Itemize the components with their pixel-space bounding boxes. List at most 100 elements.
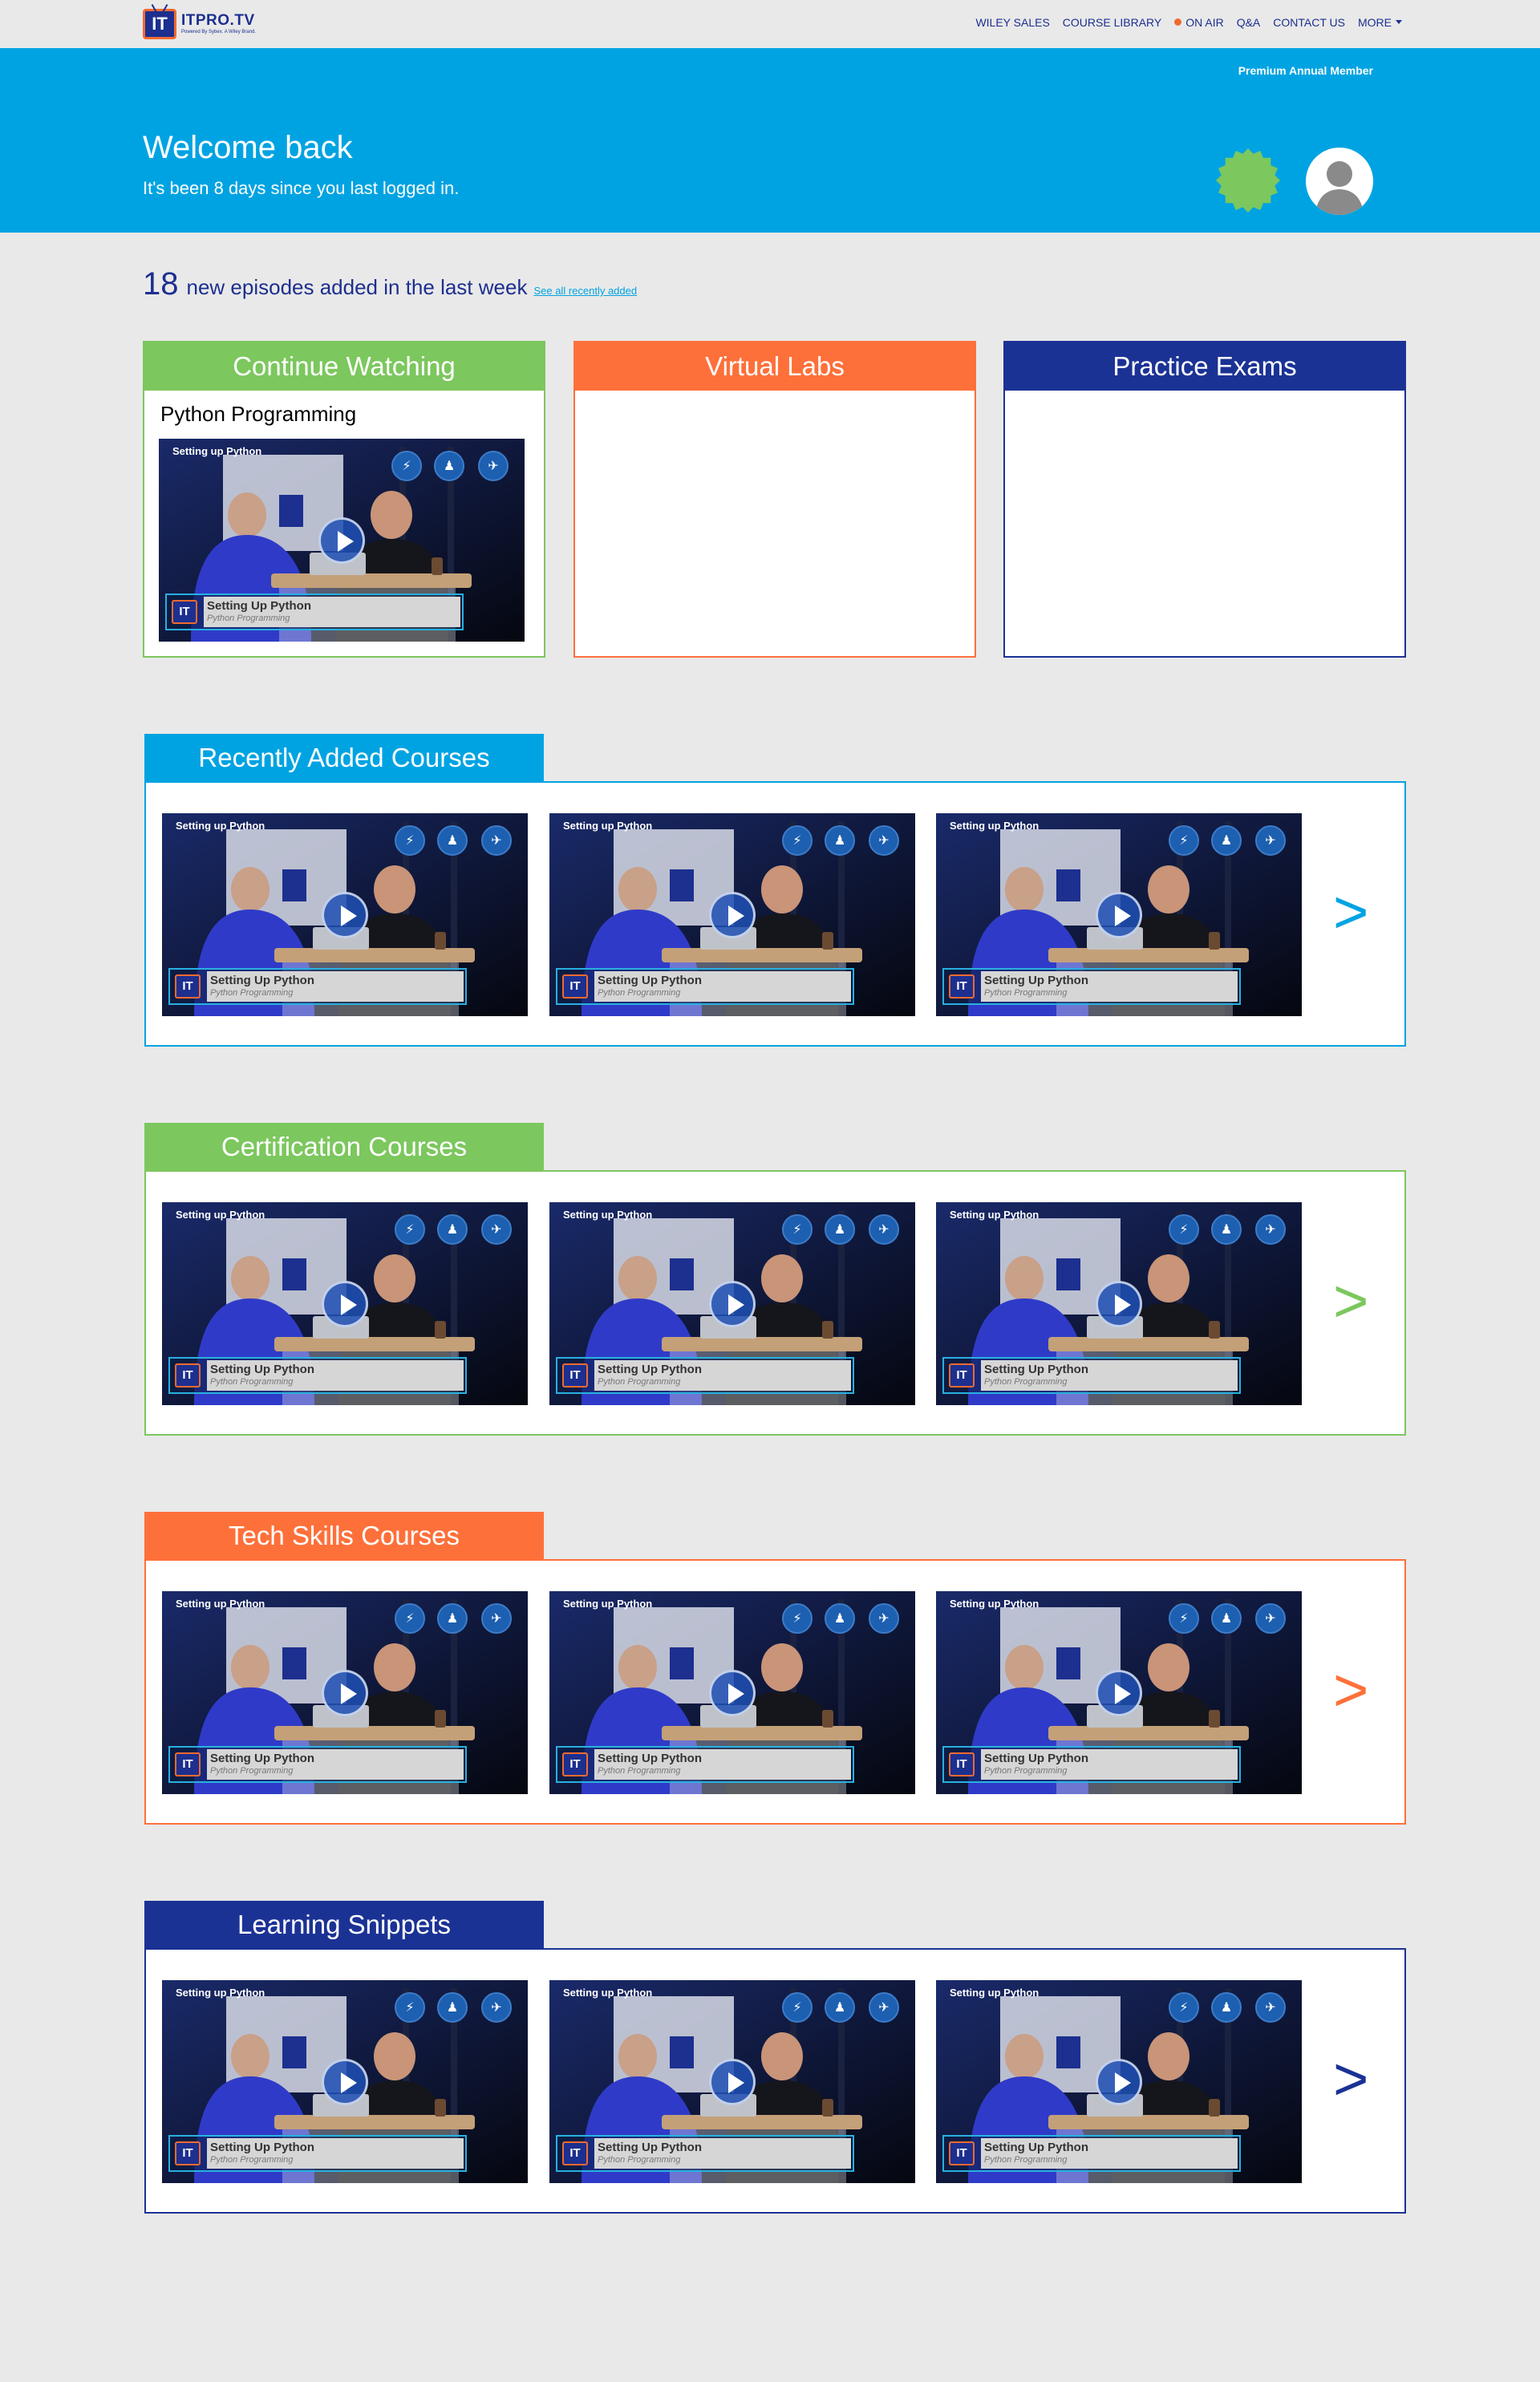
video-thumbnail[interactable]: Setting up Python ⚡ ♟ ✈ IT Setting Up Python P…: [549, 1202, 915, 1405]
play-icon[interactable]: [318, 517, 365, 564]
video-thumbnail[interactable]: Setting up Python ⚡ ♟ ✈ IT Setting Up Python P…: [162, 1980, 528, 2183]
virtual-labs-title[interactable]: Virtual Labs: [575, 342, 975, 391]
video-thumbnail[interactable]: Setting up Python ⚡ ♟ ✈ IT Setting Up Python P…: [162, 813, 528, 1016]
caret-down-icon: [1396, 20, 1402, 24]
video-thumbnail[interactable]: Setting up Python ⚡ ♟ ✈ IT Setting Up Python P…: [936, 1202, 1302, 1405]
video-thumbnail[interactable]: Setting up Python ⚡ ♟ ✈ IT Setting Up Python P…: [936, 1591, 1302, 1794]
recently-added-next-arrow[interactable]: >: [1333, 882, 1368, 943]
see-all-recent-link[interactable]: See all recently added: [533, 285, 637, 297]
play-icon[interactable]: [322, 2059, 368, 2105]
running-icon[interactable]: ✈: [869, 825, 899, 856]
video-thumbnail[interactable]: Setting up Python ⚡ ♟ ✈ IT Setting Up Python P…: [936, 1980, 1302, 2183]
play-icon[interactable]: [709, 892, 756, 938]
speed-icon[interactable]: ⚡: [1169, 1214, 1199, 1245]
person-icon-glyph: ♟: [1220, 832, 1233, 848]
speed-icon[interactable]: ⚡: [1169, 1603, 1199, 1634]
video-thumbnail[interactable]: Setting up Python ⚡ ♟ ✈ IT Setting Up Python P…: [936, 813, 1302, 1016]
person-icon[interactable]: ♟: [437, 1992, 468, 2023]
play-icon[interactable]: [322, 892, 368, 938]
video-thumbnail[interactable]: Setting up Python ⚡ ♟ ✈ IT Setting Up Python P…: [162, 1591, 528, 1794]
video-thumbnail[interactable]: Setting up Python ⚡ ♟ ✈ IT Setting Up Python P…: [162, 1202, 528, 1405]
play-icon[interactable]: [1096, 892, 1142, 938]
lower-third-logo: IT: [949, 974, 975, 999]
nav-link-wiley-sales[interactable]: WILEY SALES: [975, 16, 1049, 29]
running-icon[interactable]: ✈: [1255, 1603, 1286, 1634]
speed-icon-glyph: ⚡: [792, 1221, 802, 1237]
person-icon[interactable]: ♟: [437, 825, 468, 856]
continue-course-name[interactable]: Python Programming: [144, 391, 544, 427]
person-icon[interactable]: ♟: [1211, 1992, 1242, 2023]
speed-icon[interactable]: ⚡: [395, 1214, 425, 1245]
learning-snippets-section-title[interactable]: Learning Snippets: [144, 1901, 544, 1949]
person-icon[interactable]: ♟: [1211, 825, 1242, 856]
lower-third-caption: IT Setting Up Python Python Programming: [942, 2135, 1241, 2172]
lower-third-caption: IT Setting Up Python Python Programming: [942, 1357, 1241, 1394]
speed-icon[interactable]: ⚡: [1169, 825, 1199, 856]
running-icon[interactable]: ✈: [1255, 1992, 1286, 2023]
person-icon[interactable]: ♟: [437, 1214, 468, 1245]
speed-icon[interactable]: ⚡: [782, 825, 813, 856]
award-badge-icon[interactable]: [1216, 148, 1280, 213]
video-thumbnail[interactable]: Setting up Python ⚡ ♟ ✈ IT Setting Up Python P…: [549, 1591, 915, 1794]
itprotv-logo[interactable]: IT ITPRO.TV Powered By Sybex. A Wiley Br…: [143, 6, 256, 42]
speed-icon[interactable]: ⚡: [395, 1603, 425, 1634]
running-icon[interactable]: ✈: [1255, 825, 1286, 856]
practice-exams-title[interactable]: Practice Exams: [1005, 342, 1404, 391]
tech-skills-next-arrow[interactable]: >: [1333, 1660, 1368, 1721]
speed-icon[interactable]: ⚡: [395, 1992, 425, 2023]
person-icon[interactable]: ♟: [1211, 1603, 1242, 1634]
recently-added-section-title[interactable]: Recently Added Courses: [144, 734, 544, 782]
running-icon[interactable]: ✈: [1255, 1214, 1286, 1245]
nav-link-qa[interactable]: Q&A: [1237, 16, 1261, 29]
tech-skills-section-title[interactable]: Tech Skills Courses: [144, 1512, 544, 1560]
person-icon[interactable]: ♟: [825, 1603, 855, 1634]
running-icon[interactable]: ✈: [481, 1214, 512, 1245]
play-icon[interactable]: [1096, 1281, 1142, 1327]
running-icon[interactable]: ✈: [478, 451, 509, 481]
person-icon[interactable]: ♟: [825, 1992, 855, 2023]
speed-icon-glyph: ⚡: [402, 458, 411, 473]
video-thumbnail[interactable]: Setting up Python ⚡ ♟ ✈ IT Setting Up Python P…: [549, 813, 915, 1016]
learning-snippets-next-arrow[interactable]: >: [1333, 2049, 1368, 2110]
running-icon[interactable]: ✈: [481, 1992, 512, 2023]
person-icon-glyph: ♟: [446, 832, 459, 848]
speed-icon[interactable]: ⚡: [782, 1603, 813, 1634]
running-icon[interactable]: ✈: [869, 1992, 899, 2023]
speed-icon[interactable]: ⚡: [782, 1214, 813, 1245]
play-icon[interactable]: [709, 1670, 756, 1716]
speed-icon[interactable]: ⚡: [1169, 1992, 1199, 2023]
speed-icon-glyph: ⚡: [1179, 1999, 1189, 2015]
play-icon[interactable]: [1096, 2059, 1142, 2105]
nav-link-contact-us[interactable]: CONTACT US: [1273, 16, 1345, 29]
person-icon[interactable]: ♟: [825, 1214, 855, 1245]
speed-icon[interactable]: ⚡: [782, 1992, 813, 2023]
play-icon[interactable]: [709, 1281, 756, 1327]
video-thumbnail[interactable]: Setting up Python ⚡ ♟ ✈ IT Setting Up Python P…: [159, 439, 525, 642]
play-icon[interactable]: [709, 2059, 756, 2105]
user-avatar-icon[interactable]: [1306, 148, 1373, 215]
running-icon[interactable]: ✈: [481, 825, 512, 856]
person-icon[interactable]: ♟: [825, 825, 855, 856]
running-icon[interactable]: ✈: [869, 1214, 899, 1245]
video-thumbnail[interactable]: Setting up Python ⚡ ♟ ✈ IT Setting Up Python P…: [549, 1980, 915, 2183]
certification-next-arrow[interactable]: >: [1333, 1271, 1368, 1332]
running-icon[interactable]: ✈: [481, 1603, 512, 1634]
person-icon[interactable]: ♟: [437, 1603, 468, 1634]
person-icon-glyph: ♟: [833, 1999, 846, 2015]
nav-link-on-air[interactable]: ON AIR: [1174, 16, 1224, 29]
certification-section-title[interactable]: Certification Courses: [144, 1123, 544, 1171]
person-icon[interactable]: ♟: [434, 451, 464, 481]
speed-icon[interactable]: ⚡: [391, 451, 422, 481]
play-icon[interactable]: [322, 1281, 368, 1327]
person-icon[interactable]: ♟: [1211, 1214, 1242, 1245]
continue-watching-title[interactable]: Continue Watching: [144, 342, 544, 391]
play-icon[interactable]: [322, 1670, 368, 1716]
course-name: Python Programming: [598, 2155, 681, 2165]
video-title: Setting up Python: [563, 1209, 653, 1221]
nav-link-more[interactable]: MORE: [1358, 16, 1402, 29]
nav-link-course-library[interactable]: COURSE LIBRARY: [1063, 16, 1161, 29]
running-icon[interactable]: ✈: [869, 1603, 899, 1634]
running-icon-glyph: ✈: [878, 1999, 890, 2015]
play-icon[interactable]: [1096, 1670, 1142, 1716]
speed-icon[interactable]: ⚡: [395, 825, 425, 856]
